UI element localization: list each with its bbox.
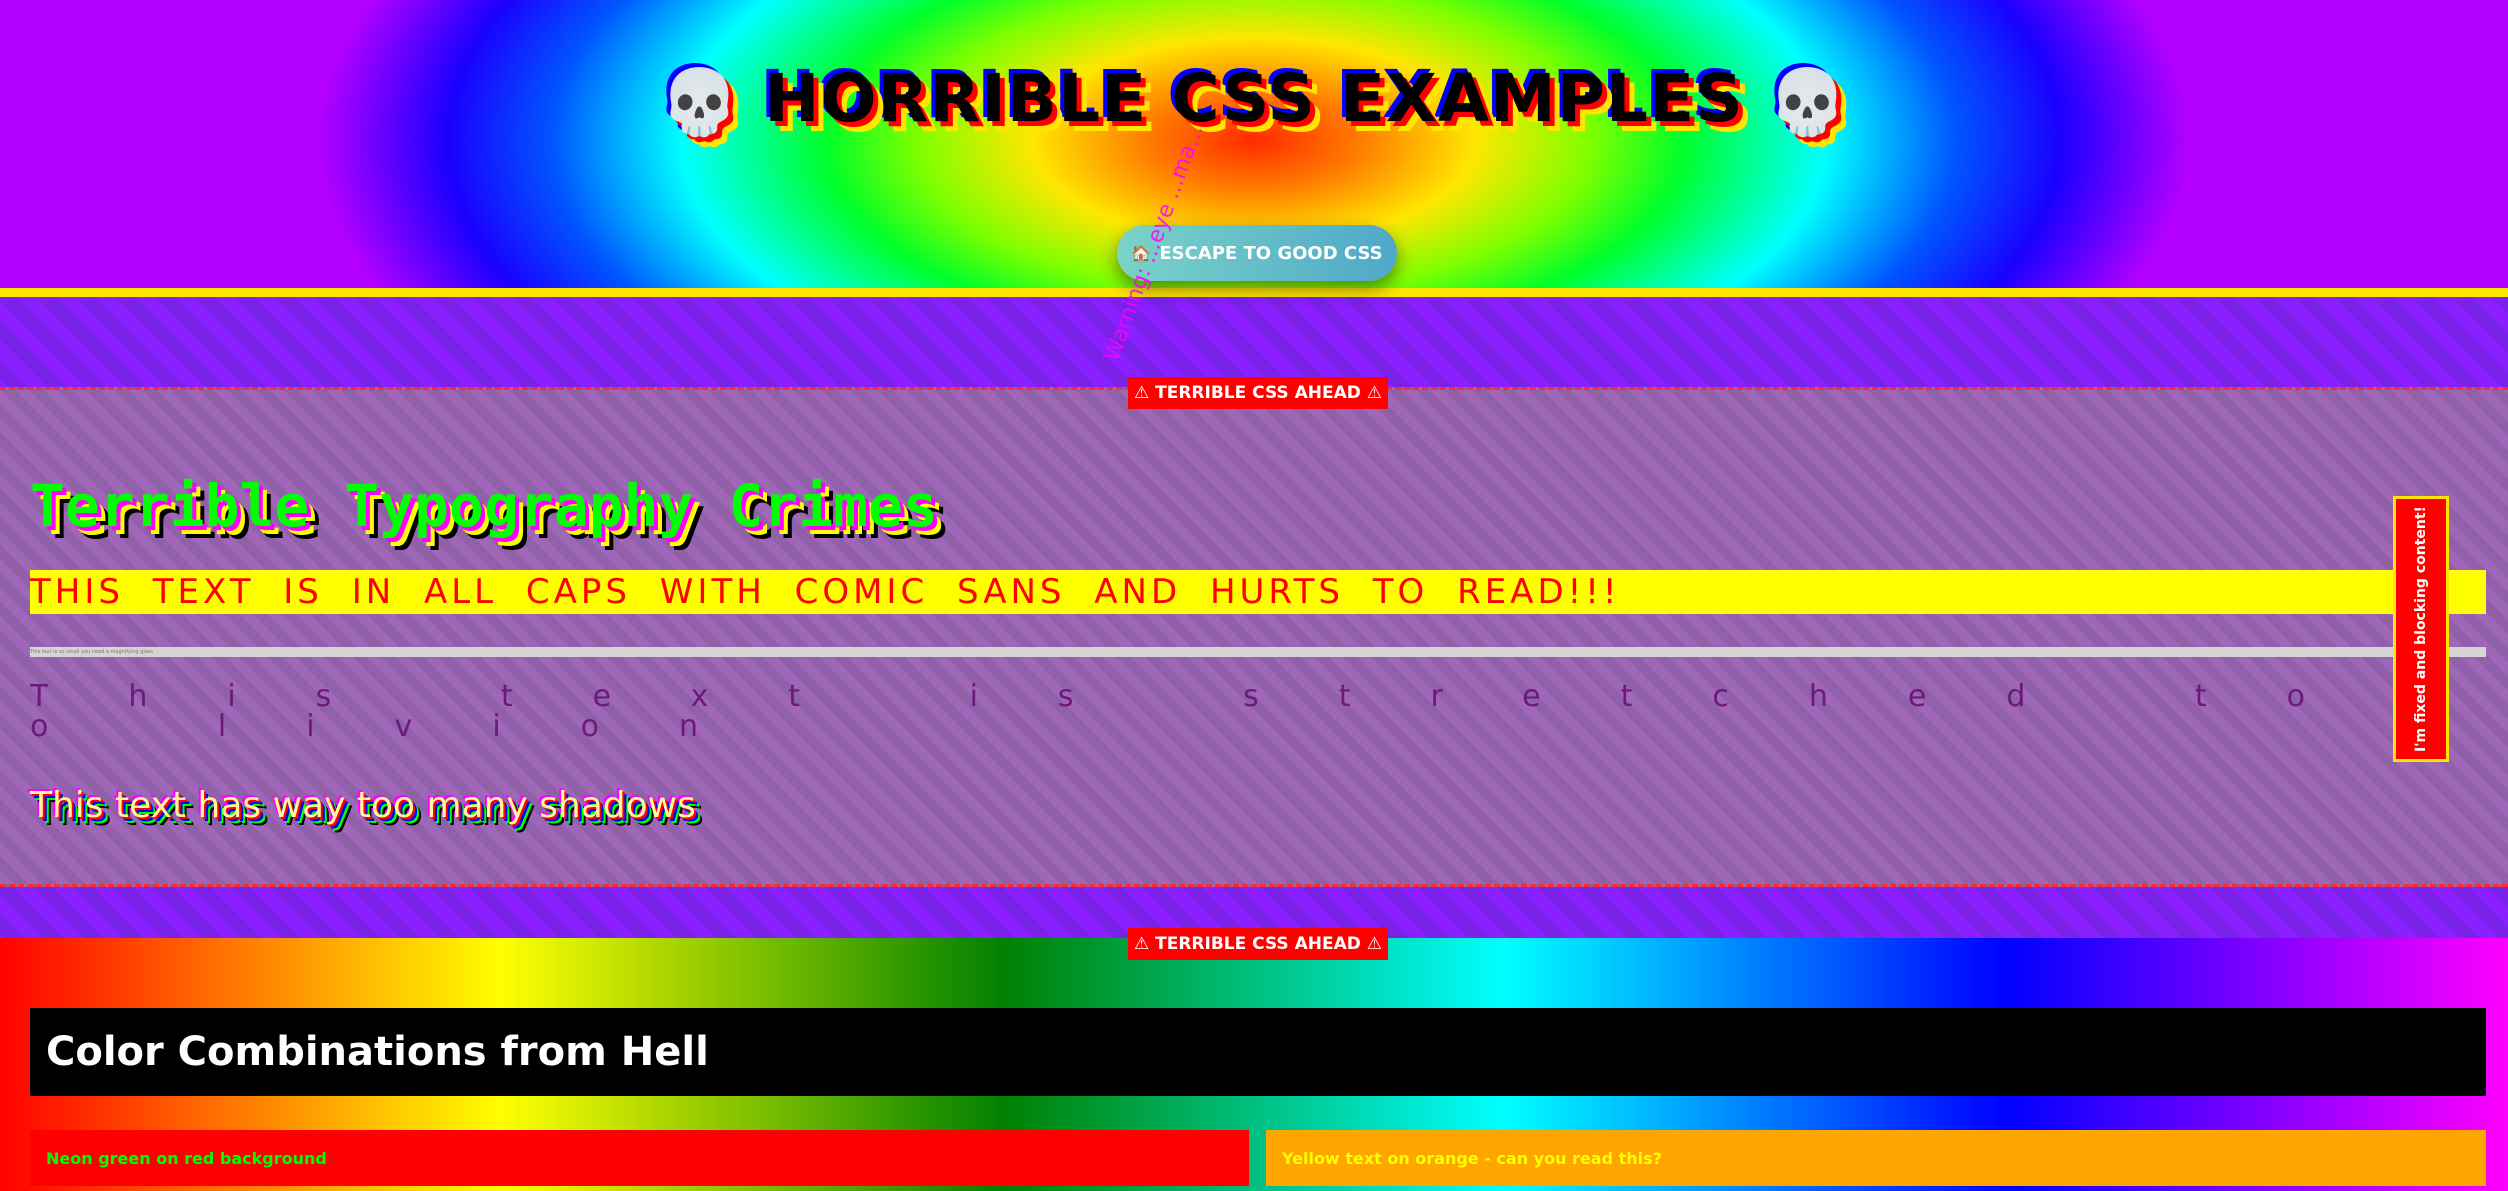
shadow-text: This text has way too many shadows xyxy=(30,785,696,826)
fixed-box-text: I'm fixed and blocking content! xyxy=(2413,506,2430,752)
color-combo-card: Yellow text on orange - can you read thi… xyxy=(1266,1130,2486,1186)
terrible-css-badge: ⚠ TERRIBLE CSS AHEAD ⚠ xyxy=(1128,928,1388,960)
stretched-text: This text is stretched too livion xyxy=(30,679,2386,744)
color-section: Color Combinations from Hell Neon green … xyxy=(0,938,2508,1191)
page-title-text: HORRIBLE CSS EXAMPLES xyxy=(764,60,1744,137)
color-combo-card: Neon green on red background xyxy=(30,1130,1249,1186)
caps-text: THIS TEXT IS IN ALL CAPS WITH COMIC SANS… xyxy=(30,570,2486,614)
escape-button-label: ESCAPE TO GOOD CSS xyxy=(1159,242,1383,264)
terrible-css-badge: ⚠ TERRIBLE CSS AHEAD ⚠ xyxy=(1128,377,1388,409)
page-title: 💀 HORRIBLE CSS EXAMPLES 💀 xyxy=(0,60,2508,140)
fixed-blocking-box: I'm fixed and blocking content! xyxy=(2393,496,2449,762)
typography-section: Terrible Typography Crimes THIS TEXT IS … xyxy=(0,387,2508,887)
tiny-text: This text is so small you need a magnify… xyxy=(30,647,2486,657)
skull-icon: 💀 xyxy=(659,66,741,141)
section-title: Color Combinations from Hell xyxy=(30,1008,2486,1096)
skull-icon: 💀 xyxy=(1767,66,1849,141)
section-title: Terrible Typography Crimes xyxy=(30,472,938,540)
site-header: 💀 HORRIBLE CSS EXAMPLES 💀 🏠 ESCAPE TO GO… xyxy=(0,0,2508,297)
